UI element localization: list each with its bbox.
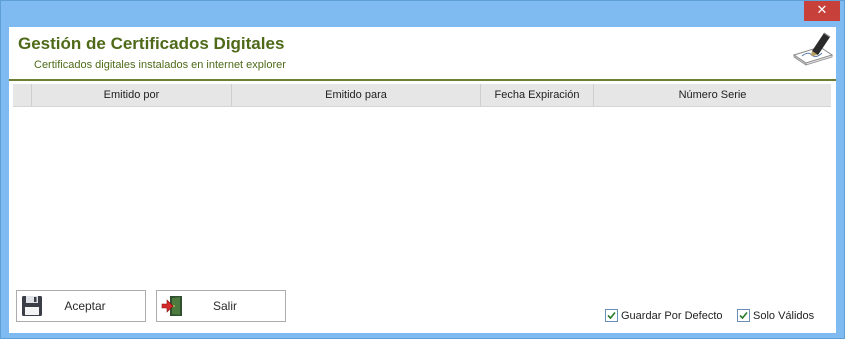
solo-validos-checkbox[interactable]: Solo Válidos [737, 309, 814, 322]
close-icon: ✕ [816, 3, 828, 18]
column-header-emitido-por[interactable]: Emitido por [32, 84, 232, 106]
checkmark-icon [739, 311, 748, 320]
aceptar-label: Aceptar [64, 299, 106, 313]
exit-door-icon [161, 296, 182, 316]
solo-validos-label: Solo Válidos [753, 309, 815, 322]
column-header-emitido-para[interactable]: Emitido para [232, 84, 481, 106]
certificates-table[interactable]: Emitido por Emitido para Fecha Expiració… [13, 84, 831, 274]
table-header: Emitido por Emitido para Fecha Expiració… [13, 84, 831, 107]
title-bar[interactable]: ✕ [1, 1, 844, 27]
column-header-fecha-expiracion[interactable]: Fecha Expiración [481, 84, 594, 106]
aceptar-button[interactable]: Aceptar [16, 290, 146, 322]
checkbox-box[interactable] [737, 309, 750, 322]
dialog-body: Gestión de Certificados Digitales Certif… [9, 27, 836, 333]
page-subtitle: Certificados digitales instalados en int… [34, 59, 286, 71]
close-button[interactable]: ✕ [804, 1, 840, 21]
guardar-por-defecto-label: Guardar Por Defecto [621, 309, 723, 322]
page-title: Gestión de Certificados Digitales [18, 34, 285, 53]
checkmark-icon [607, 311, 616, 320]
row-selector-header [13, 84, 32, 106]
guardar-por-defecto-checkbox[interactable]: Guardar Por Defecto [605, 309, 723, 322]
salir-label: Salir [212, 299, 237, 313]
header-divider [9, 79, 836, 81]
window-frame: ✕ Gestión de Certificados Digitales Cert… [0, 0, 845, 339]
floppy-disk-icon [22, 296, 42, 316]
dialog-header: Gestión de Certificados Digitales Certif… [9, 27, 836, 79]
pen-signature-icon [792, 32, 834, 66]
checkbox-box[interactable] [605, 309, 618, 322]
salir-button[interactable]: Salir [156, 290, 286, 322]
column-header-numero-serie[interactable]: Número Serie [594, 84, 831, 106]
